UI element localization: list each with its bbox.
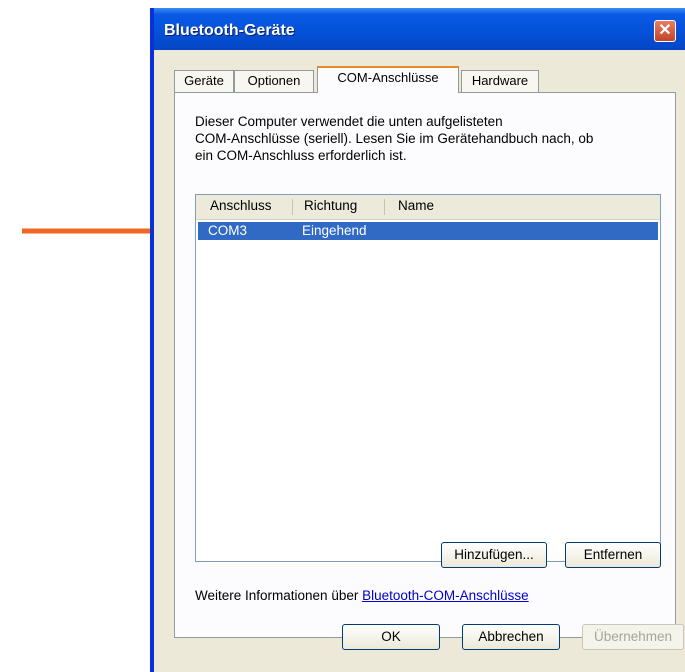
com-ports-panel: Dieser Computer verwendet die unten aufg… [174, 92, 676, 638]
cancel-button[interactable]: Abbrechen [462, 624, 560, 650]
tab-hardware[interactable]: Hardware [461, 70, 539, 92]
close-icon: ✕ [658, 22, 672, 39]
column-separator[interactable] [292, 199, 293, 215]
apply-button-disabled[interactable]: Übernehmen [582, 624, 684, 650]
title-bar: Bluetooth-Geräte ✕ [154, 8, 685, 50]
description-line: COM-Anschlüsse (seriell). Lesen Sie im G… [195, 131, 594, 146]
ok-button[interactable]: OK [342, 624, 440, 650]
add-button[interactable]: Hinzufügen... [441, 542, 547, 568]
description-text: Dieser Computer verwendet die unten aufg… [195, 113, 665, 164]
window-title: Bluetooth-Geräte [164, 22, 295, 39]
description-line: Dieser Computer verwendet die unten aufg… [195, 114, 503, 129]
column-header-direction[interactable]: Richtung [304, 195, 357, 218]
tab-devices[interactable]: Geräte [174, 70, 234, 92]
bluetooth-com-link[interactable]: Bluetooth-COM-Anschlüsse [362, 588, 529, 603]
more-info-text: Weitere Informationen über Bluetooth-COM… [195, 588, 529, 603]
com-ports-list[interactable]: Anschluss Richtung Name COM3 Eingehend [195, 194, 661, 562]
table-row-selected[interactable]: COM3 Eingehend [198, 222, 658, 240]
close-button[interactable]: ✕ [654, 20, 676, 42]
bluetooth-dialog: Bluetooth-Geräte ✕ Geräte Optionen COM-A… [150, 8, 685, 672]
cell-direction: Eingehend [302, 223, 367, 238]
cell-port: COM3 [208, 223, 248, 238]
column-header-port[interactable]: Anschluss [210, 195, 272, 218]
column-header-name[interactable]: Name [398, 195, 434, 218]
column-separator[interactable] [384, 199, 385, 215]
tab-com-ports[interactable]: COM-Anschlüsse [317, 66, 459, 93]
remove-button[interactable]: Entfernen [565, 542, 661, 568]
more-info-prefix: Weitere Informationen über [195, 588, 363, 603]
list-header: Anschluss Richtung Name [196, 195, 660, 220]
tab-options[interactable]: Optionen [234, 70, 314, 92]
description-line: ein COM-Anschluss erforderlich ist. [195, 148, 407, 163]
